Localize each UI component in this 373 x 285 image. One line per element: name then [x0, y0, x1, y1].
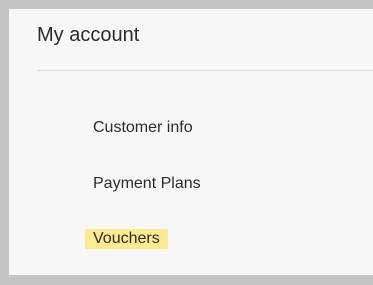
menu-item-vouchers[interactable]: Vouchers	[85, 229, 168, 249]
account-menu: Customer info Payment Plans Vouchers	[9, 9, 373, 275]
account-panel: My account Customer info Payment Plans V…	[9, 9, 373, 275]
menu-item-payment-plans[interactable]: Payment Plans	[93, 174, 201, 194]
menu-item-customer-info[interactable]: Customer info	[93, 118, 193, 138]
